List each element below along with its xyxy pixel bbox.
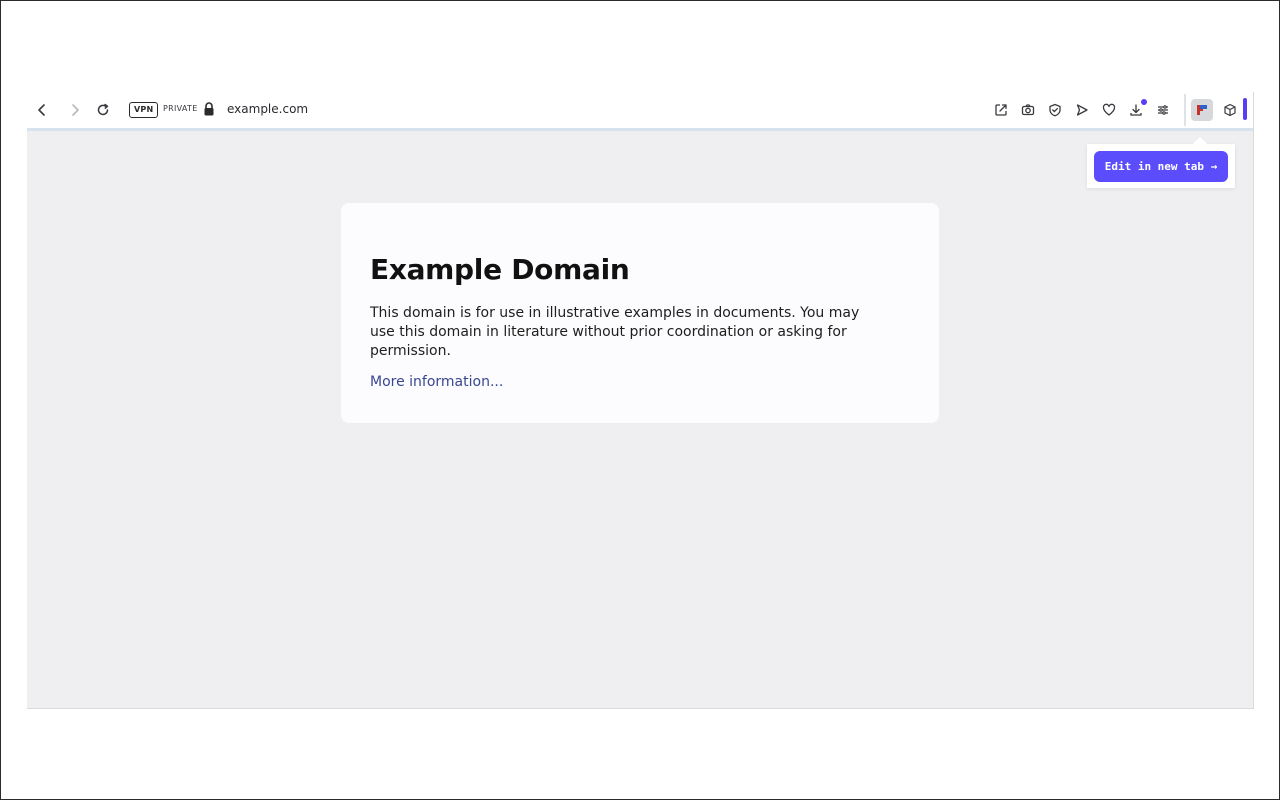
reload-icon[interactable] xyxy=(93,100,113,120)
toolbar-divider xyxy=(1184,94,1186,126)
browser-window: VPN PRIVATE example.com Edit in new tab … xyxy=(27,92,1254,709)
private-mode-label: PRIVATE xyxy=(163,104,198,113)
sidebar-handle[interactable] xyxy=(1243,98,1247,120)
forward-icon[interactable] xyxy=(65,100,85,120)
popup-arrow xyxy=(1192,136,1208,152)
shield-icon[interactable] xyxy=(1045,100,1065,120)
send-icon[interactable] xyxy=(1072,100,1092,120)
back-icon[interactable] xyxy=(32,100,52,120)
browser-toolbar: VPN PRIVATE example.com xyxy=(27,92,1253,131)
camera-icon[interactable] xyxy=(1018,100,1038,120)
vpn-badge[interactable]: VPN xyxy=(129,102,159,118)
lock-icon[interactable] xyxy=(203,102,215,116)
more-information-link[interactable]: More information... xyxy=(370,374,503,390)
download-notification-dot xyxy=(1141,99,1147,105)
heart-icon[interactable] xyxy=(1099,100,1119,120)
content-card: Example Domain This domain is for use in… xyxy=(341,203,939,423)
settings-sliders-icon[interactable] xyxy=(1153,100,1173,120)
page-description: This domain is for use in illustrative e… xyxy=(370,305,860,359)
cube-icon[interactable] xyxy=(1220,100,1240,120)
edit-in-new-tab-button[interactable]: Edit in new tab → xyxy=(1094,151,1228,182)
screen-frame: VPN PRIVATE example.com Edit in new tab … xyxy=(0,0,1280,800)
extension-flag-icon[interactable] xyxy=(1191,99,1213,121)
address-bar-url[interactable]: example.com xyxy=(227,102,308,116)
extension-popup: Edit in new tab → xyxy=(1087,136,1235,188)
share-edit-icon[interactable] xyxy=(991,100,1011,120)
page-title: Example Domain xyxy=(370,253,630,286)
